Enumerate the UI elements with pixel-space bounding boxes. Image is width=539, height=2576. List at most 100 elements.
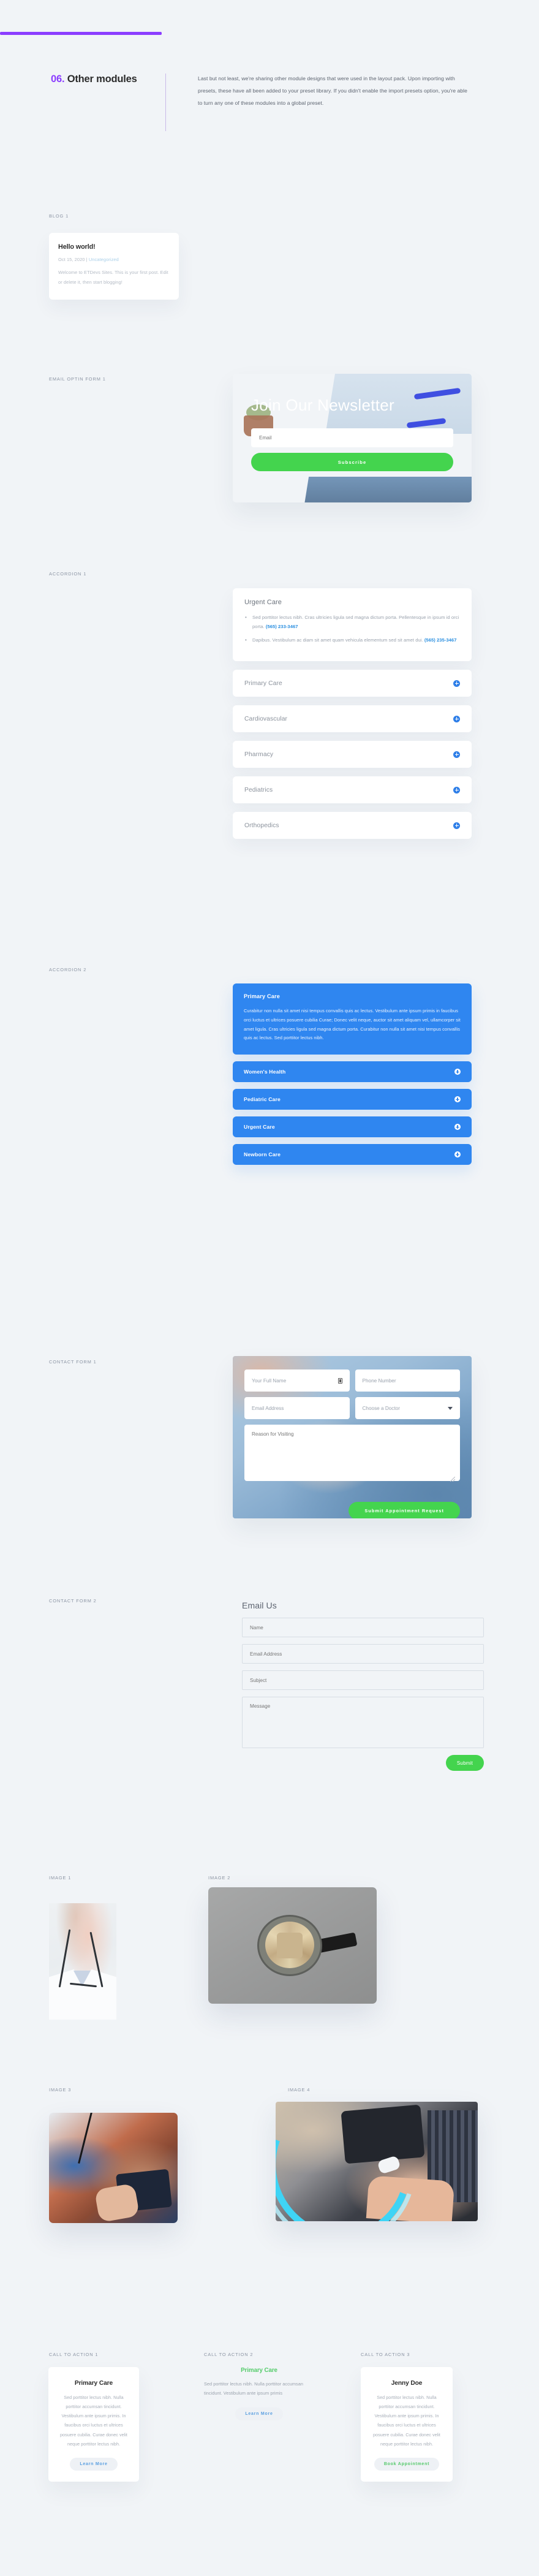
- purple-accent-rule: [0, 32, 162, 35]
- cta2-title: Primary Care: [241, 2367, 277, 2374]
- image-2-stethoscope-closeup: [208, 1887, 377, 2004]
- section-label-image3: IMAGE 3: [49, 2087, 72, 2093]
- phone-number-placeholder: Phone Number: [362, 1377, 396, 1384]
- cta1-title: Primary Care: [74, 2380, 113, 2387]
- section-label-blog1: BLOG 1: [49, 213, 69, 219]
- optin-heading: Join Our Newsletter: [251, 396, 394, 414]
- accordion2-item-label: Pediatric Care: [244, 1096, 281, 1103]
- plus-icon[interactable]: [453, 751, 460, 758]
- cta3-title: Jenny Doe: [391, 2380, 423, 2387]
- accordion1-item-label: Primary Care: [244, 680, 282, 687]
- textarea-resize-handle[interactable]: [450, 1477, 455, 1482]
- accordion2-open-title: Primary Care: [244, 993, 281, 999]
- email-address-placeholder: Email Address: [252, 1405, 284, 1411]
- accordion1-bullet: Sed porttitor lectus nibh. Cras ultricie…: [244, 613, 460, 632]
- accordion2-item-pediatric-care[interactable]: Pediatric Care: [233, 1089, 472, 1110]
- plus-icon[interactable]: [454, 1124, 461, 1131]
- intro-section: 06. Other modules Last but not least, we…: [0, 72, 539, 131]
- phone-number-field[interactable]: Phone Number: [355, 1369, 460, 1392]
- plus-icon[interactable]: [454, 1069, 461, 1075]
- accordion-1: Urgent Care Sed porttitor lectus nibh. C…: [233, 588, 472, 847]
- cf2-submit-button[interactable]: Submit: [445, 1755, 484, 1771]
- choose-doctor-select[interactable]: Choose a Doctor: [355, 1397, 460, 1419]
- cta2-actions: Learn More: [204, 2407, 314, 2420]
- cta2-learn-more-button[interactable]: Learn More: [235, 2407, 283, 2420]
- accordion1-phone-link[interactable]: (565) 233-3467: [266, 624, 298, 629]
- accordion2-open-body: Curabitur non nulla sit amet nisi tempus…: [244, 1008, 461, 1041]
- intro-number: 06.: [51, 74, 65, 85]
- section-label-image1: IMAGE 1: [49, 1875, 72, 1881]
- plus-icon[interactable]: [454, 1151, 461, 1158]
- section-label-cta2: CALL TO ACTION 2: [204, 2352, 254, 2357]
- submit-appointment-request-button[interactable]: Submit Appointment Request: [349, 1502, 460, 1518]
- plus-icon[interactable]: [453, 715, 460, 722]
- accordion2-item-womens-health[interactable]: Women's Health: [233, 1061, 472, 1083]
- accordion1-bullet: Dapibus. Vestibulum ac diam sit amet qua…: [244, 635, 460, 645]
- choose-doctor-placeholder: Choose a Doctor: [362, 1405, 400, 1411]
- cf2-actions: Submit: [242, 1755, 484, 1771]
- accordion1-open-title: Urgent Care: [244, 599, 282, 606]
- cf2-message-textarea[interactable]: [242, 1697, 484, 1748]
- cf2-subject-input[interactable]: [242, 1670, 484, 1690]
- plus-icon[interactable]: [453, 822, 460, 829]
- intro-heading: 06. Other modules: [0, 72, 165, 131]
- accordion1-item-orthopedics[interactable]: Orthopedics: [233, 812, 472, 839]
- accordion1-item-cardiovascular[interactable]: Cardiovascular: [233, 705, 472, 733]
- accordion2-item-urgent-care[interactable]: Urgent Care: [233, 1116, 472, 1138]
- accordion2-item-label: Women's Health: [244, 1069, 286, 1075]
- id-card-icon: [337, 1377, 342, 1384]
- blog-card[interactable]: Hello world! Oct 15, 2020 | Uncategorize…: [49, 233, 179, 300]
- section-label-contact-form2: CONTACT FORM 2: [49, 1598, 97, 1604]
- cta1-learn-more-button[interactable]: Learn More: [70, 2457, 118, 2471]
- cf2-name-input[interactable]: [242, 1618, 484, 1637]
- cf2-email-input[interactable]: [242, 1644, 484, 1664]
- plus-icon[interactable]: [453, 680, 460, 687]
- email-optin-module: Join Our Newsletter Subscribe: [233, 374, 472, 502]
- optin-subscribe-button[interactable]: Subscribe: [251, 453, 453, 471]
- contact-form-1-content: Your Full Name Phone Number Email Addres…: [233, 1356, 472, 1518]
- chevron-down-icon[interactable]: [448, 1406, 453, 1410]
- accordion2-item-label: Newborn Care: [244, 1151, 281, 1158]
- accordion1-bullet-list: Sed porttitor lectus nibh. Cras ultricie…: [244, 613, 460, 645]
- accordion1-item-pediatrics[interactable]: Pediatrics: [233, 776, 472, 804]
- section-label-cta1: CALL TO ACTION 1: [49, 2352, 99, 2357]
- blog-post-category-link[interactable]: Uncategorized: [89, 257, 119, 262]
- reason-for-visiting-textarea[interactable]: [244, 1425, 460, 1481]
- email-address-field[interactable]: Email Address: [244, 1397, 350, 1419]
- section-label-accordion1: ACCORDION 1: [49, 571, 87, 577]
- contact-form-2-module: Email Us Submit: [242, 1601, 484, 1771]
- blog-post-excerpt: Welcome to ETDevs Sites. This is your fi…: [58, 270, 168, 285]
- plus-icon[interactable]: [454, 1096, 461, 1103]
- accordion1-phone-link[interactable]: (565) 235-3467: [424, 637, 457, 643]
- accordion1-item-primary-care[interactable]: Primary Care: [233, 670, 472, 697]
- contact-form-1-module: Your Full Name Phone Number Email Addres…: [233, 1356, 472, 1518]
- image-4-blood-pressure-measurement: [276, 2102, 478, 2221]
- accordion1-item-label: Orthopedics: [244, 822, 279, 829]
- section-label-image2: IMAGE 2: [208, 1875, 231, 1881]
- image3-hand: [94, 2183, 140, 2223]
- accordion2-item-newborn-care[interactable]: Newborn Care: [233, 1144, 472, 1165]
- accordion1-open-panel[interactable]: Urgent Care Sed porttitor lectus nibh. C…: [233, 588, 472, 662]
- cta2-body: Sed porttitor lectus nibh. Nulla porttit…: [204, 2381, 303, 2396]
- optin-email-input[interactable]: [251, 428, 453, 447]
- cta1-body: Sed porttitor lectus nibh. Nulla porttit…: [60, 2395, 127, 2447]
- blog-post-date: Oct 15, 2020: [58, 257, 85, 262]
- optin-content: Join Our Newsletter Subscribe: [233, 374, 472, 502]
- section-label-image4: IMAGE 4: [288, 2087, 311, 2093]
- intro-title: Other modules: [67, 74, 137, 85]
- accordion2-item-label: Urgent Care: [244, 1124, 275, 1131]
- full-name-field[interactable]: Your Full Name: [244, 1369, 350, 1392]
- intro-paragraph: Last but not least, we're sharing other …: [198, 75, 467, 107]
- plus-icon[interactable]: [453, 786, 460, 794]
- blog-post-meta: Oct 15, 2020 | Uncategorized: [58, 257, 170, 262]
- accordion1-bullet-text: Dapibus. Vestibulum ac diam sit amet qua…: [252, 637, 424, 643]
- cta3-book-appointment-button[interactable]: Book Appointment: [374, 2457, 440, 2471]
- contact-form-1-row-1: Your Full Name Phone Number: [244, 1369, 460, 1392]
- accordion-2: Primary Care Curabitur non nulla sit ame…: [233, 983, 472, 1172]
- accordion1-item-label: Pediatrics: [244, 786, 273, 794]
- section-label-cta3: CALL TO ACTION 3: [361, 2352, 410, 2357]
- accordion2-open-panel[interactable]: Primary Care Curabitur non nulla sit ame…: [233, 983, 472, 1055]
- image3-stethoscope-tube: [78, 2113, 93, 2164]
- accordion1-item-pharmacy[interactable]: Pharmacy: [233, 741, 472, 768]
- blog-post-title[interactable]: Hello world!: [58, 243, 170, 251]
